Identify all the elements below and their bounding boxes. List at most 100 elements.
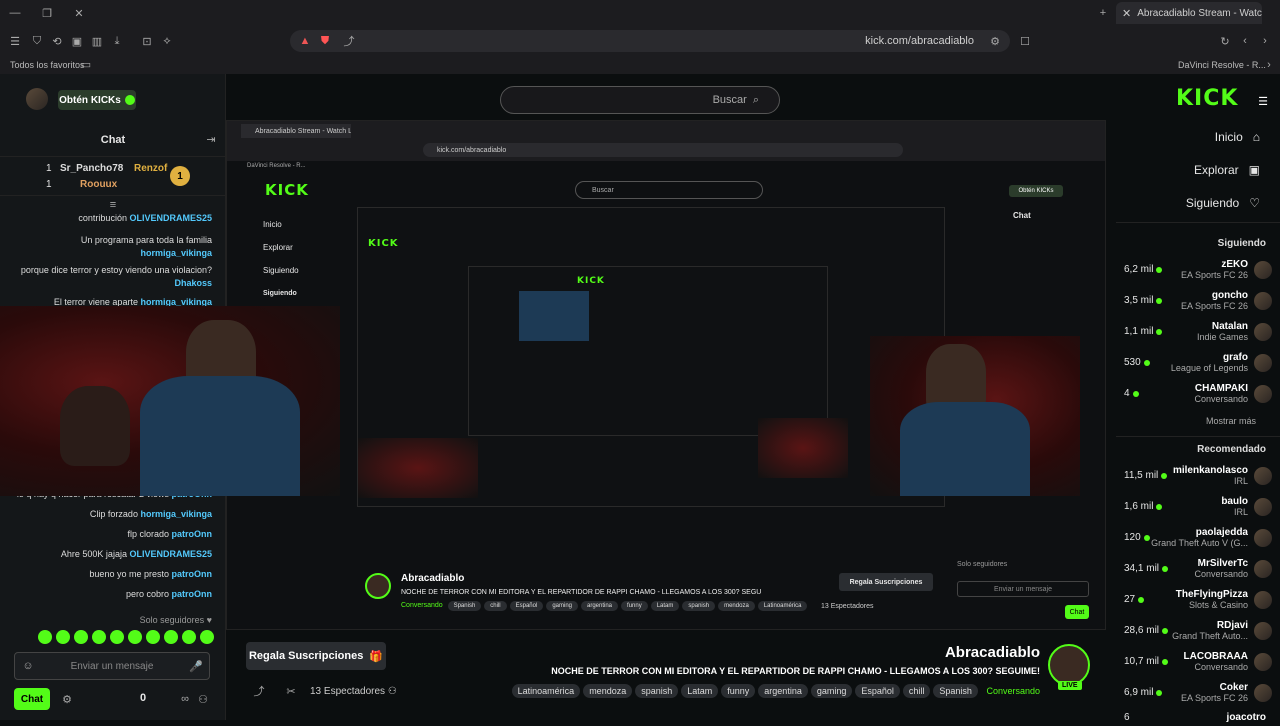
close-window-icon[interactable]: ✕ xyxy=(72,6,86,20)
hamburger-icon[interactable]: ☰ xyxy=(1256,94,1270,108)
reload-icon[interactable]: ↻ xyxy=(1218,34,1232,48)
tag[interactable]: Español xyxy=(855,684,900,698)
recommended-item[interactable]: 6,9 mil Coker EA Sports FC 26 xyxy=(1116,677,1280,708)
nav-following[interactable]: Siguiendo ♡ xyxy=(1116,186,1276,219)
capture-inner-screen-2: KICK xyxy=(468,266,828,436)
emote-icon[interactable] xyxy=(38,630,52,644)
chat-message: contribución OLIVENDRAMES25 xyxy=(78,213,212,223)
bookmark-davinci[interactable]: DaVinci Resolve - R... xyxy=(1178,60,1266,70)
following-item[interactable]: 6,2 mil zEKO EA Sports FC 26 xyxy=(1116,254,1280,285)
recommended-item[interactable]: 34,1 mil MrSilverTc Conversando xyxy=(1116,553,1280,584)
following-item[interactable]: 530 grafo League of Legends xyxy=(1116,347,1280,378)
capture-channel-avatar xyxy=(365,573,391,599)
get-kicks-button[interactable]: Obtén KICKs xyxy=(58,90,136,110)
share-icon[interactable]: ⤴ xyxy=(252,684,266,698)
user-avatar[interactable] xyxy=(26,88,48,110)
tag[interactable]: Latinoamérica xyxy=(511,684,581,698)
site-info-icon[interactable]: ⚙ xyxy=(988,34,1002,48)
emote-icon[interactable] xyxy=(56,630,70,644)
trophy-icon: 1 xyxy=(170,166,190,186)
gifter-1[interactable]: Renzof xyxy=(134,163,167,174)
tag[interactable]: chill xyxy=(902,684,931,698)
capture-inner-logo: KICK xyxy=(577,276,605,286)
settings-icon[interactable]: ⚙ xyxy=(60,692,74,706)
chat-message: Ahre 500K jajaja OLIVENDRAMES25 xyxy=(60,549,212,559)
extension-icon[interactable]: ⟡ xyxy=(160,34,174,48)
emote-icon[interactable] xyxy=(128,630,142,644)
chat-input[interactable]: ☺ Enviar un mensaje 🎤 xyxy=(14,652,210,680)
search-input[interactable]: Buscar ⌕ xyxy=(500,86,780,114)
recommended-item[interactable]: 10,7 mil LACOBRAAA Conversando xyxy=(1116,646,1280,677)
shield-icon[interactable]: ⛉ xyxy=(30,34,44,48)
following-item[interactable]: 1,1 mil Natalan Indie Games xyxy=(1116,316,1280,347)
recommended-list: 11,5 mil milenkanolasco IRL 1,6 mil baulo IR… xyxy=(1116,460,1280,726)
download-icon[interactable]: ⤓ xyxy=(110,34,124,48)
share-icon[interactable]: ⤴ xyxy=(342,34,356,48)
users-icon[interactable]: ⚇ xyxy=(196,692,210,706)
webcam-overlay-left xyxy=(0,306,340,496)
history-icon[interactable]: ⟲ xyxy=(50,34,64,48)
brave-icon[interactable]: ▲ xyxy=(298,34,312,48)
bookmark-icon[interactable]: ☐ xyxy=(1018,34,1032,48)
kick-logo[interactable]: KICK xyxy=(1176,86,1238,111)
following-item[interactable]: 3,5 mil goncho EA Sports FC 26 xyxy=(1116,285,1280,316)
emote-bar xyxy=(14,630,214,646)
emote-icon[interactable] xyxy=(92,630,106,644)
clip-icon[interactable]: ✂ xyxy=(284,684,298,698)
restore-icon[interactable]: ❐ xyxy=(40,6,54,20)
url-field[interactable]: ▲ ⛊ ⤴ kick.com/abracadiablo ⚙ xyxy=(290,30,1010,52)
emote-icon[interactable] xyxy=(74,630,88,644)
mic-icon[interactable]: 🎤 xyxy=(189,659,203,673)
close-tab-icon[interactable]: ✕ xyxy=(1122,6,1131,20)
bookmark-all[interactable]: Todos los favoritos xyxy=(10,60,85,70)
sidebar-icon[interactable]: ▥ xyxy=(90,34,104,48)
gift-subscriptions-button[interactable]: Regala Suscripciones 🎁 xyxy=(246,642,386,670)
capture-url: kick.com/abracadiablo xyxy=(423,143,903,157)
channel-avatar[interactable] xyxy=(1048,644,1090,686)
chat-message: Clip forzado hormiga_vikinga xyxy=(89,509,212,519)
screenshot-icon[interactable]: ⊡ xyxy=(140,34,154,48)
chat-send-button[interactable]: Chat xyxy=(14,688,50,710)
back-icon[interactable]: ‹ xyxy=(1238,34,1252,48)
more-bookmarks-icon[interactable]: › xyxy=(1262,58,1276,72)
emote-icon[interactable] xyxy=(146,630,160,644)
right-sidebar: ☰ KICK Inicio ⌂ Explorar ▣ Siguiendo ♡ Sigu… xyxy=(1116,74,1280,723)
forward-icon[interactable]: › xyxy=(1258,34,1272,48)
collections-icon[interactable]: ▣ xyxy=(70,34,84,48)
following-item[interactable]: 4 CHAMPAKI Conversando xyxy=(1116,378,1280,409)
recommended-item[interactable]: 27 TheFlyingPizza Slots & Casino xyxy=(1116,584,1280,615)
emote-icon[interactable] xyxy=(182,630,196,644)
nav-home[interactable]: Inicio ⌂ xyxy=(1116,120,1276,153)
tag[interactable]: funny xyxy=(721,684,756,698)
tag[interactable]: gaming xyxy=(810,684,853,698)
tag[interactable]: spanish xyxy=(635,684,679,698)
menu-icon[interactable]: ☰ xyxy=(8,34,22,48)
tag[interactable]: Spanish xyxy=(933,684,978,698)
channel-name[interactable]: Abracadiablo xyxy=(840,644,1040,661)
gifter-2[interactable]: Sr_Pancho78 xyxy=(60,163,123,174)
tag[interactable]: Latam xyxy=(681,684,719,698)
infinity-icon[interactable]: ∞ xyxy=(178,692,192,706)
recommended-item[interactable]: 1,6 mil baulo IRL xyxy=(1116,491,1280,522)
avatar xyxy=(1254,291,1272,310)
gifter-3[interactable]: Roouux xyxy=(80,179,117,190)
minimize-icon[interactable]: — xyxy=(8,6,22,20)
browser-tab[interactable]: ✕ Abracadiablo Stream - Watch Li K xyxy=(1116,2,1262,24)
emote-icon[interactable] xyxy=(200,630,214,644)
show-more-link[interactable]: Mostrar más xyxy=(1116,416,1256,426)
tag[interactable]: argentina xyxy=(758,684,808,698)
tag[interactable]: mendoza xyxy=(583,684,633,698)
recommended-item[interactable]: 28,6 mil RDjavi Grand Theft Auto... xyxy=(1116,615,1280,646)
emoji-icon[interactable]: ☺ xyxy=(21,659,35,673)
category-link[interactable]: Conversando xyxy=(986,686,1040,696)
new-tab-icon[interactable]: + xyxy=(1096,6,1110,20)
recommended-item[interactable]: 120 paolajedda Grand Theft Auto V (G... xyxy=(1116,522,1280,553)
recommended-item[interactable]: 6 joacotro xyxy=(1116,708,1280,726)
recommended-item[interactable]: 11,5 mil milenkanolasco IRL xyxy=(1116,460,1280,491)
avatar xyxy=(1254,497,1272,516)
emote-icon[interactable] xyxy=(110,630,124,644)
shields-icon[interactable]: ⛊ xyxy=(318,34,332,48)
nav-explore[interactable]: Explorar ▣ xyxy=(1116,153,1276,186)
collapse-chat-icon[interactable]: ⇥ xyxy=(204,132,218,146)
emote-icon[interactable] xyxy=(164,630,178,644)
